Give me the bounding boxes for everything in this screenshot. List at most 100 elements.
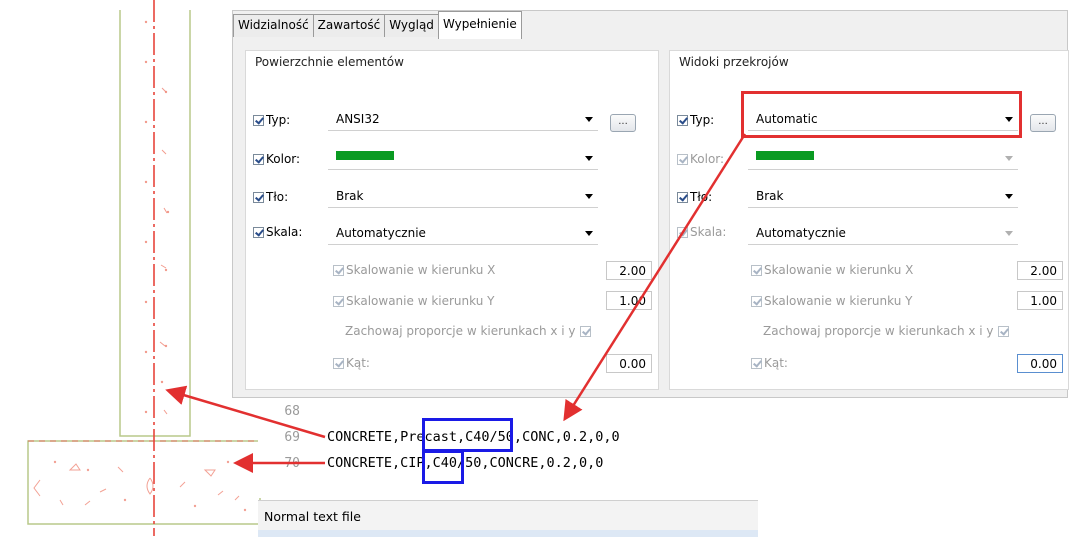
kolor-checkbox[interactable]: Kolor: (253, 152, 300, 166)
line-number: 70 (284, 456, 300, 471)
foundation-dots (53, 460, 247, 512)
tab-bar: Widzialność Zawartość Wygląd Wypełnienie (233, 11, 522, 39)
section-tlo-checkbox[interactable]: Tło: (677, 190, 712, 204)
typ-value: ANSI32 (336, 112, 380, 126)
typ-select[interactable]: ANSI32 (328, 109, 598, 131)
typ-checkbox[interactable]: Typ: (253, 113, 290, 127)
cip-highlight-box (422, 450, 464, 484)
section-typ-browse-button[interactable]: ... (1030, 114, 1056, 132)
scale-y-input[interactable]: 1.00 (606, 291, 652, 310)
check-icon (677, 114, 688, 126)
color-swatch (756, 151, 814, 160)
check-icon (333, 357, 344, 369)
section-scale-x-input[interactable]: 2.00 (1017, 261, 1063, 280)
check-icon (677, 191, 688, 203)
section-scale-x-label: Skalowanie w kierunku X (764, 263, 914, 277)
typ-highlight-box (741, 91, 1022, 138)
keep-ratio-checkbox[interactable]: Zachowaj proporcje w kierunkach x i y (345, 324, 593, 338)
skala-label: Skala: (266, 225, 303, 239)
check-icon (253, 153, 264, 165)
scale-y-checkbox[interactable]: Skalowanie w kierunku Y (333, 294, 494, 308)
foundation-outline (27, 440, 261, 525)
section-scale-x-checkbox[interactable]: Skalowanie w kierunku X (751, 263, 913, 277)
properties-dialog: Widzialność Zawartość Wygląd Wypełnienie… (232, 10, 1069, 398)
check-icon (751, 357, 762, 369)
check-icon (253, 114, 264, 126)
line-number: 68 (284, 404, 300, 419)
section-scale-y-checkbox[interactable]: Skalowanie w kierunku Y (751, 294, 912, 308)
check-icon (751, 295, 762, 307)
chevron-down-icon (585, 231, 593, 236)
section-keep-ratio-label: Zachowaj proporcje w kierunkach x i y (763, 324, 994, 338)
typ-label: Typ: (266, 113, 291, 127)
tab-zawartosc[interactable]: Zawartość (312, 14, 386, 37)
tab-wypelnienie[interactable]: Wypełnienie (437, 11, 522, 39)
file-type-label: Normal text file (264, 509, 361, 524)
section-kolor-select[interactable] (748, 148, 1018, 170)
skala-checkbox[interactable]: Skala: (253, 225, 302, 239)
column-outline (119, 10, 191, 437)
section-tlo-select[interactable]: Brak (748, 186, 1018, 208)
section-kolor-label: Kolor: (690, 152, 725, 166)
check-icon (253, 226, 264, 238)
chevron-down-icon (1005, 231, 1013, 236)
section-typ-label: Typ: (690, 113, 715, 127)
section-scale-y-label: Skalowanie w kierunku Y (764, 294, 913, 308)
column-hatch-strokes (159, 87, 168, 415)
section-tlo-label: Tło: (690, 190, 713, 204)
precast-highlight-box (422, 418, 513, 452)
line-number: 69 (284, 430, 300, 445)
section-skala-checkbox[interactable]: Skala: (677, 225, 726, 239)
section-kat-label: Kąt: (764, 356, 788, 370)
tab-wyglad[interactable]: Wygląd (384, 14, 439, 37)
check-icon (997, 325, 1009, 337)
scale-x-checkbox[interactable]: Skalowanie w kierunku X (333, 263, 495, 277)
section-skala-select[interactable]: Automatycznie (748, 223, 1018, 245)
section-typ-checkbox[interactable]: Typ: (677, 113, 714, 127)
section-kat-checkbox[interactable]: Kąt: (751, 356, 788, 370)
skala-value: Automatycznie (336, 226, 426, 240)
kat-input[interactable]: 0.00 (606, 354, 652, 373)
section-skala-label: Skala: (690, 225, 727, 239)
typ-browse-button[interactable]: ... (610, 114, 636, 132)
chevron-down-icon (585, 194, 593, 199)
check-icon (333, 295, 344, 307)
check-icon (677, 226, 688, 238)
tlo-value: Brak (336, 189, 364, 203)
scale-x-input[interactable]: 2.00 (606, 261, 652, 280)
chevron-down-icon (585, 117, 593, 122)
section-keep-ratio-checkbox[interactable]: Zachowaj proporcje w kierunkach x i y (763, 324, 1011, 338)
left-panel-title: Powierzchnie elementów (253, 55, 406, 69)
section-scale-y-input[interactable]: 1.00 (1017, 291, 1063, 310)
chevron-down-icon (1005, 156, 1013, 161)
section-skala-value: Automatycznie (756, 226, 846, 240)
chevron-down-icon (585, 156, 593, 161)
right-panel-title: Widoki przekrojów (677, 55, 791, 69)
section-kolor-checkbox[interactable]: Kolor: (677, 152, 724, 166)
check-icon (677, 153, 688, 165)
chevron-down-icon (1005, 194, 1013, 199)
kolor-select[interactable] (328, 148, 598, 170)
foundation-hatch (33, 463, 240, 506)
section-kat-input[interactable]: 0.00 (1017, 354, 1063, 373)
kat-label: Kąt: (346, 356, 370, 370)
skala-select[interactable]: Automatycznie (328, 223, 598, 245)
keep-ratio-label: Zachowaj proporcje w kierunkach x i y (345, 324, 576, 338)
tlo-label: Tło: (266, 190, 289, 204)
check-icon (333, 264, 344, 276)
check-icon (253, 191, 264, 203)
kat-checkbox[interactable]: Kąt: (333, 356, 370, 370)
check-icon (751, 264, 762, 276)
color-swatch (336, 151, 394, 160)
left-panel (245, 50, 659, 390)
kolor-label: Kolor: (266, 152, 301, 166)
column-hatch (144, 20, 170, 414)
scale-x-label: Skalowanie w kierunku X (346, 263, 496, 277)
section-tlo-value: Brak (756, 189, 784, 203)
tlo-select[interactable]: Brak (328, 186, 598, 208)
code-line[interactable]: CONCRETE,CIP,C40/50,CONCRE,0.2,0,0 (327, 455, 603, 471)
check-icon (579, 325, 591, 337)
tab-widzialnosc[interactable]: Widzialność (233, 14, 314, 37)
scale-y-label: Skalowanie w kierunku Y (346, 294, 495, 308)
tlo-checkbox[interactable]: Tło: (253, 190, 288, 204)
